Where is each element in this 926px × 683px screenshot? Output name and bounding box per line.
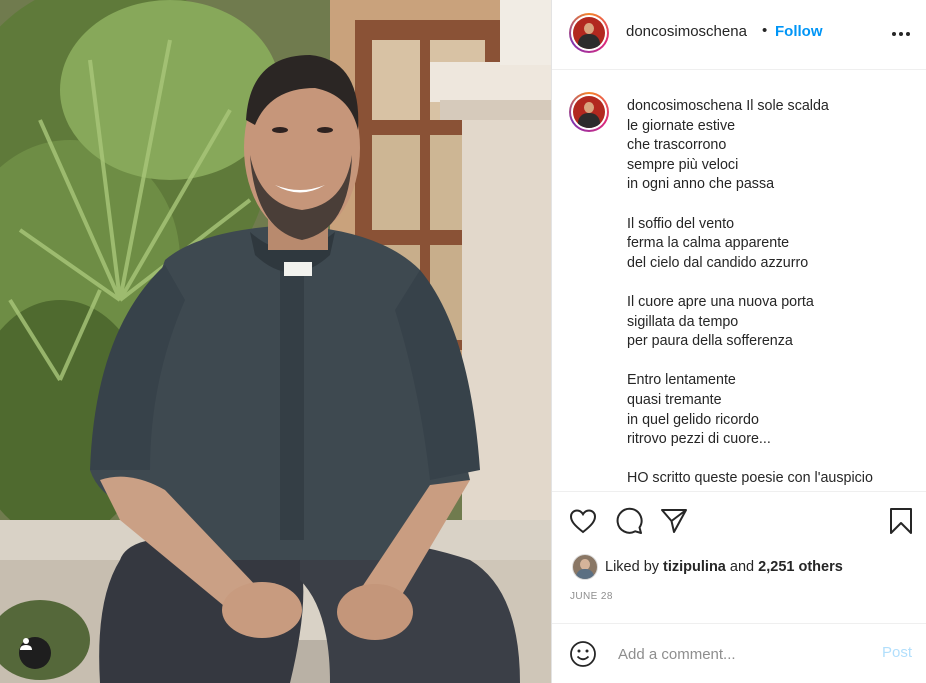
caption-text: in ogni anno che passa [627,176,775,193]
tag-people-button[interactable] [19,637,51,669]
caption-line: HO scritto queste poesie con l'auspicio [627,469,919,489]
share-button[interactable] [659,506,689,536]
likes-and: and [729,559,755,575]
save-button[interactable] [886,506,916,536]
comment-input[interactable] [616,642,870,666]
caption-line: ritrovo pezzi di cuore... [627,430,919,450]
post-comment-button[interactable]: Post [882,644,912,661]
comment-form: Post [552,623,926,683]
like-button[interactable] [568,506,598,536]
caption-text: Entro lentamente [627,372,736,389]
caption-text: ritrovo pezzi di cuore... [627,431,771,448]
paper-plane-icon [661,509,687,533]
follow-button[interactable]: Follow [775,23,823,40]
author-username[interactable]: doncosimoschena [626,23,747,40]
comment-icon [616,507,643,534]
more-horizontal-icon [892,32,896,36]
caption-line: le giornate estive [627,117,919,137]
likes-prefix: Liked by [605,559,660,575]
caption-stanza: Il cuore apre una nuova porta sigillata d… [627,293,919,352]
caption-stanza: HO scritto queste poesie con l'auspicio [627,469,919,489]
caption-text: Il soffio del vento [627,215,735,232]
post-header: doncosimoschena • Follow [552,0,926,70]
post-side-panel: doncosimoschena • Follow doncosimoschena… [551,0,926,683]
caption-text: quasi tremante [627,391,722,408]
caption-text: che trascorrono [627,137,727,154]
heart-icon [569,509,597,534]
caption-line: in quel gelido ricordo [627,411,919,431]
caption-stanza: Il soffio del vento ferma la calma appare… [627,215,919,274]
caption-text: le giornate estive [627,117,736,134]
caption-text: HO scritto queste poesie con l'auspicio [627,470,873,487]
caption-line: Il cuore apre una nuova porta [627,293,919,313]
caption-text: sempre più veloci [627,156,739,173]
author-avatar[interactable] [569,13,609,53]
comment-button[interactable] [614,506,644,536]
caption-text: Il cuore apre una nuova porta [627,293,814,310]
caption-line: quasi tremante [627,391,919,411]
caption-line: doncosimoschena Il sole scalda [627,97,919,117]
liker-username[interactable]: tizipulina [663,559,726,575]
more-options-button[interactable] [887,20,915,48]
caption-line: sigillata da tempo [627,313,919,333]
bookmark-icon [890,508,912,534]
caption-text: in quel gelido ricordo [627,411,759,428]
caption-line: ferma la calma apparente [627,234,919,254]
caption-stanza: Entro lentamente quasi tremante in quel ge… [627,371,919,449]
caption-text: Il sole scalda [746,98,829,114]
caption-stanza: doncosimoschena Il sole scalda le giornat… [627,97,919,195]
caption-username[interactable]: doncosimoschena [627,98,742,114]
caption-line: in ogni anno che passa [627,175,919,195]
caption-scroll-area[interactable]: doncosimoschena Il sole scalda le giornat… [552,71,926,491]
likes-summary: Liked by tizipulina and 2,251 others [572,554,843,580]
caption-text: ferma la calma apparente [627,235,790,252]
emoji-button[interactable] [568,639,598,669]
caption-text: sigillata da tempo [627,313,739,330]
photo-illustration [0,0,551,683]
liker-avatar[interactable] [572,554,598,580]
caption-line: sempre più veloci [627,156,919,176]
caption-text: per paura della sofferenza [627,333,793,350]
post-caption: doncosimoschena Il sole scalda le giornat… [627,97,919,491]
post-actions: Liked by tizipulina and 2,251 others JUN… [552,491,926,623]
caption-line: del cielo dal candido azzurro [627,254,919,274]
caption-line: per paura della sofferenza [627,332,919,352]
caption-line: Entro lentamente [627,371,919,391]
caption-line: Il soffio del vento [627,215,919,235]
post-date[interactable]: JUNE 28 [570,591,613,602]
header-separator: • [762,22,768,39]
post-photo[interactable] [0,0,551,683]
likes-others-link[interactable]: 2,251 others [758,559,843,575]
caption-author-avatar[interactable] [569,92,609,132]
caption-text: del cielo dal candido azzurro [627,254,809,271]
smiley-icon [570,641,596,667]
caption-line: che trascorrono [627,136,919,156]
user-tag-icon [20,638,32,650]
